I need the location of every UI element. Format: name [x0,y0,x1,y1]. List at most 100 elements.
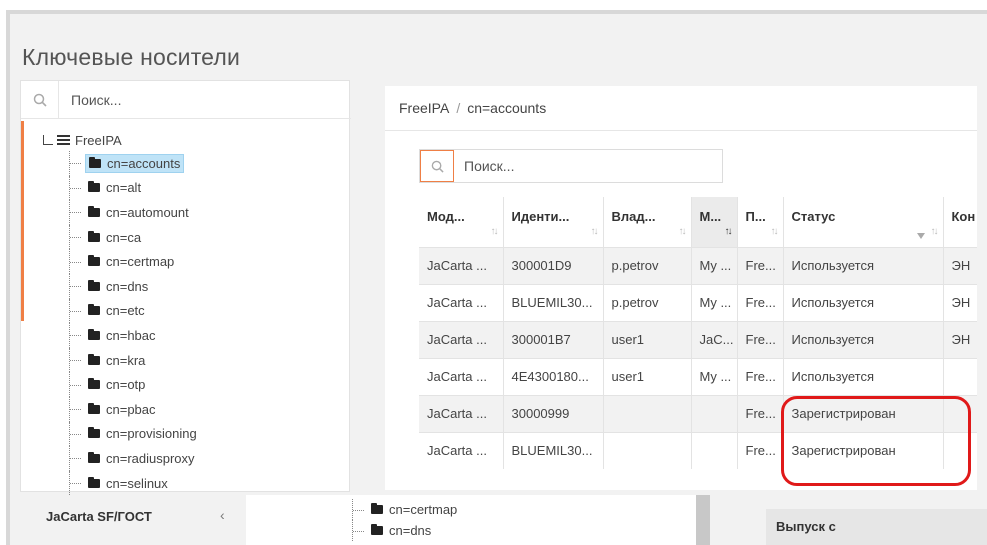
nav-item-jacarta[interactable]: JaCarta SF/ГОСТ ‹ [20,495,246,545]
tree-connector [69,347,81,373]
collapse-icon[interactable] [43,135,53,145]
tree-search-input[interactable]: Поиск... [59,92,121,108]
table-cell: JaCarta ... [419,431,503,469]
tree-item[interactable]: cn=selinux [39,470,349,496]
table-cell: user1 [602,320,691,358]
tree-item-body[interactable]: cn=dns [368,522,434,539]
tree-connector [69,396,81,422]
table-cell: Fre... [736,394,783,432]
tree-item[interactable]: cn=hbac [39,323,349,348]
search-icon[interactable] [21,80,59,119]
column-header[interactable]: Влад... ↑↓ [602,197,691,247]
tree-item[interactable]: cn=certmap [39,249,349,274]
tree-item-body[interactable]: cn=accounts [85,153,185,173]
tree-item[interactable]: cn=automount [39,200,349,225]
table-cell: JaCarta ... [419,283,503,321]
breadcrumb-root[interactable]: FreeIPA [399,100,449,116]
table-cell: My ... [690,357,737,395]
tree-item-body[interactable]: cn=otp [85,376,148,393]
tree-item-body[interactable]: cn=alt [85,179,144,196]
tree-search-field[interactable]: Поиск... [21,80,351,119]
tree-item[interactable]: cn=alt [39,175,349,201]
tree-item-body[interactable]: cn=dns [85,278,151,295]
tree-item[interactable]: cn=accounts [39,151,349,176]
folder-icon [88,205,100,217]
tree-item-body[interactable]: cn=ca [85,229,144,246]
annotation-highlight [781,396,971,486]
column-header[interactable]: М... ↑↓ [690,197,737,247]
scrollbar[interactable] [696,495,710,545]
tree-item[interactable]: cn=otp [39,372,349,397]
tree-item[interactable]: cn=etc [39,298,349,324]
tree-item-label: cn=certmap [106,254,175,270]
sort-icon[interactable]: ↑↓ [931,226,939,237]
table-row[interactable]: JaCarta ... 300001D9 p.petrov My ... Fre... И… [419,246,984,284]
divider [385,130,987,131]
tree-item-body[interactable]: cn=kra [85,352,148,369]
table-cell: BLUEMIL30... [502,283,603,321]
table-cell: JaCarta ... [419,320,503,358]
table-cell: 300001D9 [502,246,603,284]
sort-icon[interactable]: ↑↓ [491,226,499,237]
column-header[interactable]: Статус ↑↓ [782,197,943,247]
tree-item-body[interactable]: cn=pbac [85,401,159,418]
table-row[interactable]: JaCarta ... BLUEMIL30... p.petrov My ... Fre… [419,283,984,321]
tree-connector [352,499,364,520]
folder-icon [88,427,100,439]
sort-icon[interactable]: ↑↓ [771,226,779,237]
filter-icon[interactable] [916,232,925,239]
breadcrumb: FreeIPA / cn=accounts [399,100,546,116]
table-search-field[interactable]: Поиск... [419,149,723,183]
tree-item[interactable]: cn=kra [39,347,349,373]
table-row[interactable]: JaCarta ... 4E4300180... user1 My ... Fre...… [419,357,984,395]
column-header[interactable]: П... ↑↓ [736,197,783,247]
table-row[interactable]: JaCarta ... 300001B7 user1 JaC... Fre... Испо… [419,320,984,358]
tree-item-body[interactable]: cn=selinux [85,475,171,492]
tree-item[interactable]: cn=certmap [326,499,460,520]
tree-item-body[interactable]: cn=radiusproxy [85,450,198,467]
folder-icon [371,503,383,514]
folder-icon [88,181,100,193]
tree-root[interactable]: FreeIPA [39,129,349,151]
breadcrumb-separator: / [456,100,461,116]
folder-icon [88,476,100,488]
table-cell: Fre... [736,246,783,284]
tree-item-body[interactable]: cn=hbac [85,327,159,344]
tree-item-label: cn=radiusproxy [106,450,195,466]
tree-item[interactable]: cn=radiusproxy [39,446,349,471]
table-cell: Fre... [736,320,783,358]
tree-item-body[interactable]: cn=provisioning [85,425,200,442]
issue-header: Выпуск с [766,509,987,545]
tree-connector [69,175,81,201]
sort-icon[interactable]: ↑↓ [591,226,599,237]
folder-icon [88,279,100,291]
tree-item[interactable]: cn=ca [39,224,349,250]
tree-item-body[interactable]: cn=certmap [85,253,177,270]
column-header-label: П... [745,209,766,224]
table-cell: JaC... [690,320,737,358]
column-header[interactable]: Иденти... ↑↓ [502,197,603,247]
issue-label: Выпуск с [776,519,836,534]
tree-item-label: cn=provisioning [106,426,197,442]
tree-item[interactable]: cn=dns [39,273,349,299]
column-header-label: Кон [951,209,976,224]
tree-item[interactable]: cn=pbac [39,396,349,422]
sort-icon[interactable]: ↑↓ [679,226,687,237]
folder-icon [88,230,100,242]
chevron-left-icon[interactable]: ‹ [220,507,225,523]
tree-connector [69,200,81,225]
folder-icon [371,524,383,535]
tree-item[interactable]: cn=provisioning [39,421,349,447]
tree-connector [69,224,81,250]
tree-item-body[interactable]: cn=certmap [368,501,460,518]
search-icon[interactable] [420,150,454,182]
table-cell: JaCarta ... [419,357,503,395]
tree-item-body[interactable]: cn=etc [85,302,148,319]
column-header[interactable]: Мод... ↑↓ [419,197,503,247]
tree-item-body[interactable]: cn=automount [85,204,192,221]
sort-icon[interactable]: ↑↓ [725,226,733,237]
table-search-input[interactable]: Поиск... [454,158,514,174]
folder-icon [88,378,100,390]
tree-connector [69,446,81,471]
tree-item[interactable]: cn=dns [326,520,460,541]
